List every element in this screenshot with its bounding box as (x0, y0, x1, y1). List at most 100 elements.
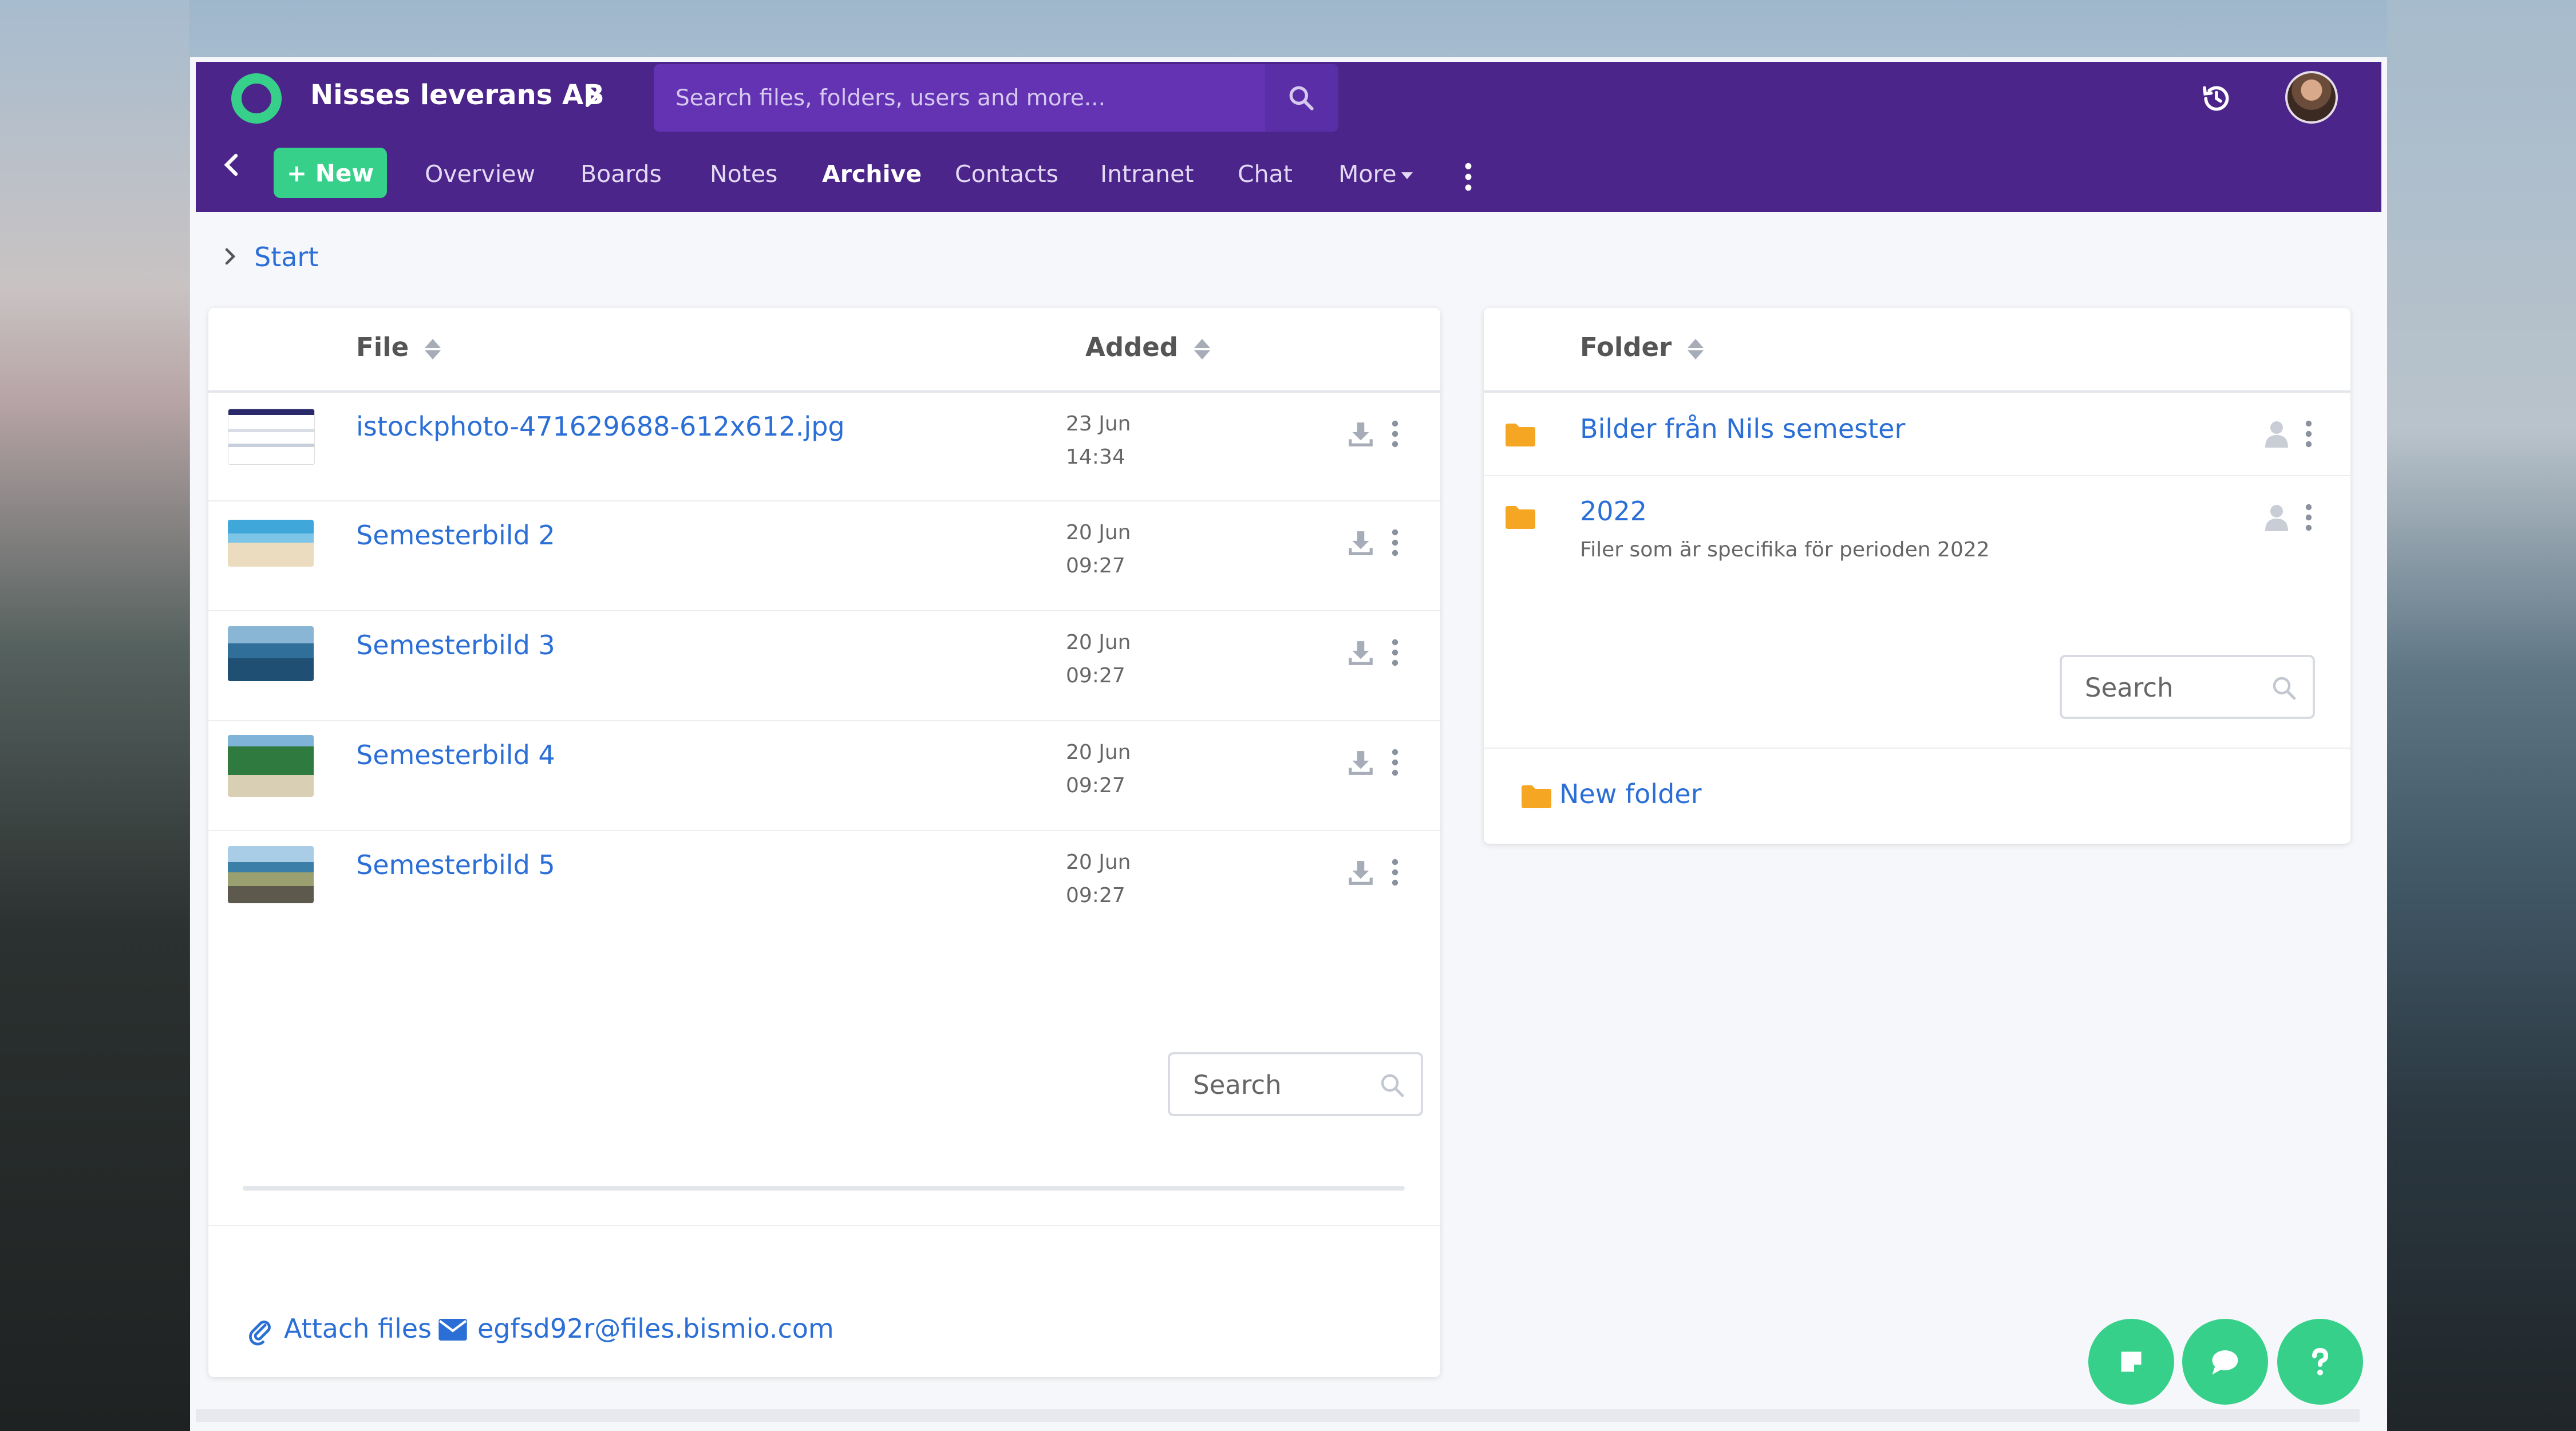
file-thumbnail[interactable] (228, 846, 314, 903)
global-search-input[interactable] (674, 79, 1249, 117)
added-column-header[interactable]: Added (1085, 332, 1210, 362)
file-search (1168, 1052, 1423, 1116)
back-icon[interactable] (219, 151, 246, 179)
kebab-icon[interactable] (2305, 420, 2313, 448)
logo-icon[interactable] (231, 73, 282, 124)
bottom-scrollbar[interactable] (196, 1409, 2360, 1422)
kebab-icon[interactable] (1391, 420, 1399, 448)
top-bar: Nisses leverans AB + New Overview Boards… (196, 62, 2381, 212)
avatar[interactable] (2285, 71, 2338, 124)
chat-icon (2212, 1350, 2238, 1375)
kebab-icon[interactable] (1391, 749, 1399, 776)
nav-more[interactable]: More (1338, 160, 1413, 188)
kebab-icon[interactable] (1391, 529, 1399, 556)
search-icon (1289, 86, 1314, 110)
nav-more-label: More (1338, 160, 1397, 188)
file-date: 23 Jun 14:34 (1066, 412, 1131, 469)
kebab-icon[interactable] (1464, 163, 1472, 191)
file-column-header[interactable]: File (356, 332, 441, 362)
horizontal-scrollbar[interactable] (243, 1186, 1405, 1191)
sort-icon (1688, 337, 1704, 362)
global-search-button[interactable] (1265, 64, 1338, 132)
row-divider (208, 610, 1440, 611)
file-date: 20 Jun 09:27 (1066, 521, 1131, 578)
sort-icon (425, 337, 441, 362)
file-thumbnail[interactable] (228, 735, 314, 797)
file-thumbnail[interactable] (228, 626, 314, 681)
folder-icon (1506, 506, 1535, 529)
file-date: 20 Jun 09:27 (1066, 851, 1131, 907)
chevron-right-icon[interactable] (578, 82, 606, 110)
company-name[interactable]: Nisses leverans AB (310, 79, 605, 111)
search-icon (2273, 677, 2296, 700)
footer-divider (1484, 748, 2350, 749)
chat-fab-button[interactable] (2182, 1319, 2268, 1405)
paperclip-icon[interactable] (247, 1317, 272, 1346)
row-divider (208, 830, 1440, 831)
file-name[interactable]: Semesterbild 4 (356, 740, 555, 770)
kebab-icon[interactable] (1391, 639, 1399, 666)
download-icon[interactable] (1346, 420, 1375, 449)
mail-icon (438, 1319, 467, 1341)
person-icon[interactable] (2265, 504, 2289, 531)
download-icon[interactable] (1346, 529, 1375, 558)
kebab-icon[interactable] (2305, 504, 2313, 531)
folder-search-input[interactable] (2084, 671, 2258, 704)
nav-overview[interactable]: Overview (425, 160, 535, 188)
file-date: 20 Jun 09:27 (1066, 631, 1131, 687)
file-name[interactable]: istockphoto-471629688-612x612.jpg (356, 411, 845, 442)
download-icon[interactable] (1346, 749, 1375, 777)
file-search-input[interactable] (1192, 1068, 1366, 1101)
download-icon[interactable] (1346, 859, 1375, 887)
file-name[interactable]: Semesterbild 2 (356, 520, 555, 551)
nav-archive[interactable]: Archive (822, 160, 922, 188)
folder-name[interactable]: 2022 (1580, 496, 1647, 527)
nav-chat[interactable]: Chat (1238, 160, 1293, 188)
row-divider (1484, 475, 2350, 476)
app-window: Nisses leverans AB + New Overview Boards… (190, 57, 2387, 1431)
help-fab-button[interactable] (2277, 1319, 2363, 1405)
files-panel: File Added istockphoto-471629688-612x612… (208, 308, 1440, 1377)
download-icon[interactable] (1346, 639, 1375, 667)
file-name[interactable]: Semesterbild 3 (356, 630, 555, 661)
file-thumbnail[interactable] (228, 520, 314, 567)
nav-boards[interactable]: Boards (580, 160, 662, 188)
search-icon (1381, 1074, 1404, 1097)
header-divider (1484, 390, 2350, 393)
kebab-icon[interactable] (1391, 859, 1399, 886)
new-button[interactable]: + New (274, 148, 387, 198)
chevron-right-icon[interactable] (220, 246, 240, 267)
added-header-label: Added (1085, 332, 1178, 362)
caret-down-icon (1401, 172, 1413, 179)
nav-intranet[interactable]: Intranet (1100, 160, 1194, 188)
note-icon (2121, 1351, 2142, 1372)
folder-description: Filer som är specifika för perioden 2022 (1580, 538, 1990, 562)
help-icon (2312, 1347, 2329, 1375)
history-icon[interactable] (2200, 82, 2233, 114)
nav-contacts[interactable]: Contacts (955, 160, 1058, 188)
folder-header-label: Folder (1580, 332, 1672, 362)
background-left (0, 0, 189, 1431)
nav-notes[interactable]: Notes (710, 160, 777, 188)
background-right (2387, 0, 2576, 1431)
file-name[interactable]: Semesterbild 5 (356, 849, 555, 880)
breadcrumb-start[interactable]: Start (254, 242, 318, 272)
global-search (654, 64, 1338, 132)
notes-fab-button[interactable] (2088, 1319, 2174, 1405)
new-folder-link[interactable]: New folder (1559, 778, 1702, 809)
folder-name[interactable]: Bilder från Nils semester (1580, 413, 1905, 444)
file-date: 20 Jun 09:27 (1066, 741, 1131, 797)
file-header-label: File (356, 332, 409, 362)
folder-search (2060, 655, 2315, 719)
folder-icon (1506, 424, 1535, 446)
upload-email-link[interactable]: egfsd92r@files.bismio.com (477, 1313, 834, 1344)
person-icon[interactable] (2265, 420, 2289, 448)
folder-column-header[interactable]: Folder (1580, 332, 1704, 362)
attach-files-link[interactable]: Attach files (284, 1313, 432, 1344)
row-divider (208, 500, 1440, 501)
row-divider (208, 720, 1440, 721)
sort-icon (1194, 337, 1210, 362)
footer-divider (208, 1225, 1440, 1226)
folder-icon[interactable] (1522, 785, 1551, 808)
file-thumbnail[interactable] (228, 409, 315, 465)
